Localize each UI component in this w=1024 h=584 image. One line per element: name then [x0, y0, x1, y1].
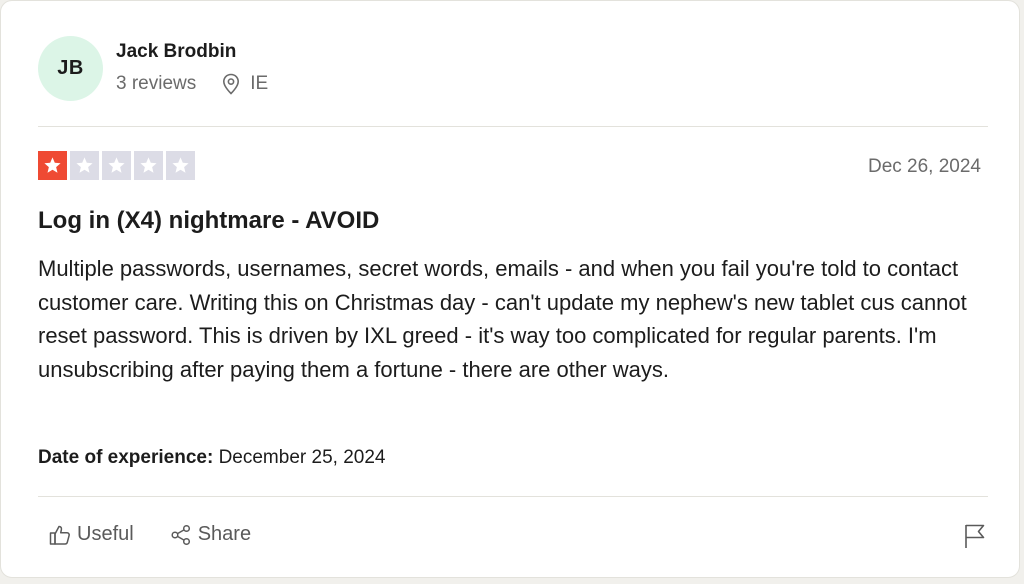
- country-code: IE: [250, 73, 269, 94]
- share-icon: [171, 524, 190, 545]
- star-empty: [134, 151, 163, 180]
- divider: [38, 126, 988, 127]
- star-empty: [102, 151, 131, 180]
- star-empty: [70, 151, 99, 180]
- reviewer-name[interactable]: Jack Brodbin: [116, 41, 236, 63]
- experience-label: Date of experience:: [38, 447, 214, 468]
- useful-label: Useful: [77, 523, 134, 545]
- date-of-experience: Date of experience: December 25, 2024: [38, 447, 385, 469]
- reviewer-location: IE: [222, 73, 268, 95]
- star-rating: [38, 151, 198, 180]
- experience-date: December 25, 2024: [218, 447, 386, 468]
- avatar[interactable]: JB: [38, 36, 103, 101]
- divider: [38, 496, 988, 497]
- star-icon: [140, 157, 157, 173]
- review-body: Multiple passwords, usernames, secret wo…: [38, 256, 967, 382]
- thumbs-up-icon: [49, 525, 70, 545]
- useful-button[interactable]: Useful: [49, 523, 134, 546]
- avatar-initials: JB: [57, 57, 84, 79]
- star-icon: [108, 157, 125, 173]
- report-button[interactable]: [963, 523, 987, 549]
- reviewer-meta: 3 reviews IE: [116, 73, 268, 95]
- review-date: Dec 26, 2024: [867, 156, 981, 177]
- star-empty: [166, 151, 195, 180]
- location-pin-icon: [223, 73, 240, 95]
- star-icon: [44, 157, 61, 173]
- review-title[interactable]: Log in (X4) nightmare - AVOID: [38, 207, 379, 235]
- review-card: JB Jack Brodbin 3 reviews IE Dec 26, 202…: [0, 0, 1020, 578]
- share-label: Share: [197, 523, 252, 545]
- review-actions: Useful Share: [49, 523, 251, 546]
- star-filled: [38, 151, 67, 180]
- flag-icon: [965, 524, 985, 548]
- star-icon: [76, 157, 93, 173]
- star-icon: [172, 157, 189, 173]
- reviews-count: 3 reviews: [116, 73, 197, 94]
- share-button[interactable]: Share: [170, 523, 251, 546]
